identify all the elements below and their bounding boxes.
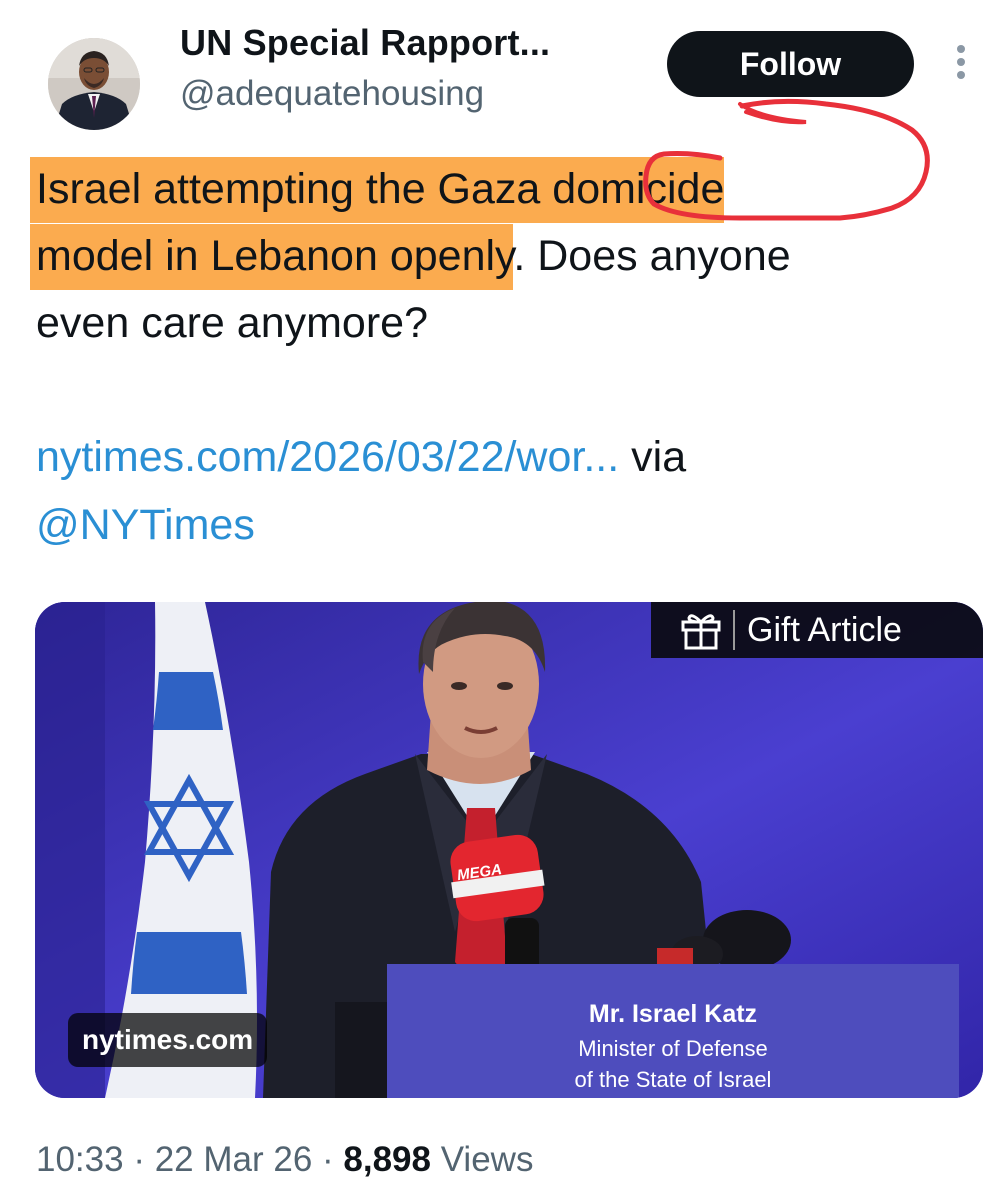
tweet-meta: 10:33 · 22 Mar 26 · 8,898 Views [36, 1140, 533, 1180]
mention-line: @NYTimes [36, 491, 686, 559]
article-link[interactable]: nytimes.com/2026/03/22/wor... [36, 433, 619, 481]
tweet-date[interactable]: 22 Mar 26 [155, 1140, 313, 1179]
gift-separator [733, 610, 735, 650]
tweet-text: Israel attempting the Gaza domicide mode… [30, 156, 966, 357]
follow-button-label: Follow [739, 45, 842, 82]
source-domain-label: nytimes.com [82, 1024, 254, 1055]
tweet-line-2: model in Lebanon openly. Does anyone [30, 223, 966, 290]
follow-button[interactable]: Follow [667, 31, 914, 97]
views-count[interactable]: 8,898 [343, 1140, 431, 1179]
gift-icon [681, 614, 721, 650]
tweet-text-after-highlight: . Does anyone [513, 232, 791, 280]
podium-name-line-3: of the State of Israel [574, 1067, 772, 1092]
highlighted-text-2: model in Lebanon openly [30, 224, 514, 290]
meta-separator: · [123, 1140, 155, 1179]
gift-article-button[interactable]: Gift Article [651, 602, 983, 658]
mention-link[interactable]: @NYTimes [36, 501, 255, 549]
author-handle[interactable]: @adequatehousing [180, 74, 484, 114]
more-options-button[interactable] [946, 42, 976, 88]
tweet-link-block: nytimes.com/2026/03/22/wor... via @NYTim… [36, 423, 686, 559]
source-domain-badge: nytimes.com [68, 1013, 268, 1067]
article-media-card[interactable]: Gift Article MEGA Mr. Israel Katz Minist… [35, 602, 983, 1098]
podium-sign: Mr. Israel Katz Minister of Defense of t… [387, 964, 959, 1098]
podium-name-line-2: Minister of Defense [578, 1036, 768, 1061]
gift-article-label: Gift Article [747, 610, 902, 649]
tweet-line-1: Israel attempting the Gaza domicide [30, 156, 966, 223]
highlighted-text-1: Israel attempting the Gaza domicide [30, 157, 725, 223]
via-text: via [619, 433, 687, 481]
avatar-photo [48, 38, 140, 130]
author-display-name[interactable]: UN Special Rapport... [180, 22, 550, 64]
meta-separator: · [312, 1140, 344, 1179]
tweet-line-3: even care anymore? [36, 299, 428, 347]
tweet-time[interactable]: 10:33 [36, 1140, 124, 1179]
link-line: nytimes.com/2026/03/22/wor... via [36, 423, 686, 491]
podium-name-line-1: Mr. Israel Katz [588, 1000, 758, 1028]
views-label: Views [431, 1140, 534, 1179]
avatar[interactable] [48, 38, 140, 130]
more-vertical-icon [957, 45, 965, 79]
